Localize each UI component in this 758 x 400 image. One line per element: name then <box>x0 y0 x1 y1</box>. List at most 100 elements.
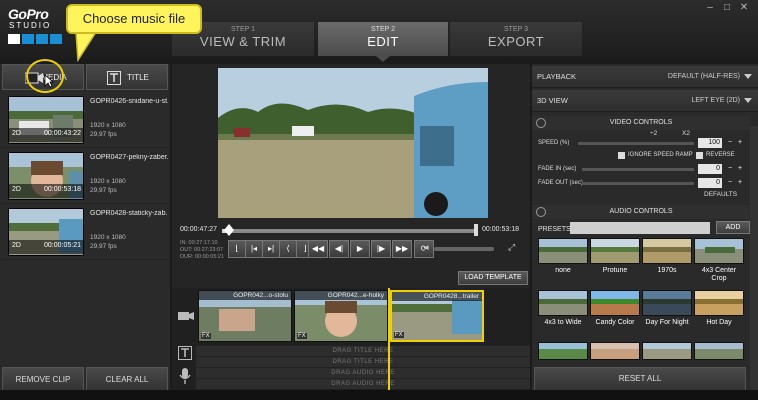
preset-label: none <box>555 267 571 274</box>
out-marker-icon[interactable] <box>472 224 480 236</box>
scrub-handle[interactable] <box>224 224 234 236</box>
next-marker-icon[interactable]: ▸| <box>262 240 280 258</box>
video-preview[interactable] <box>218 68 488 218</box>
preset-label: Day For Night <box>645 319 689 326</box>
preset-name-input[interactable] <box>570 222 710 234</box>
prev-marker-icon[interactable]: |◂ <box>245 240 263 258</box>
title-icon <box>107 71 121 85</box>
tab-step-export[interactable]: STEP 3 EXPORT <box>450 22 582 56</box>
tab-step-edit[interactable]: STEP 2 EDIT <box>318 22 448 56</box>
volume-slider[interactable] <box>434 247 494 251</box>
preset-tile[interactable]: Protune <box>590 238 640 275</box>
preset-tile[interactable]: Candy Color <box>590 290 640 327</box>
fx-badge[interactable]: FX <box>394 332 404 338</box>
title-drop-zone[interactable]: DRAG TITLE HERE <box>196 345 530 356</box>
playback-dropdown[interactable]: PLAYBACK DEFAULT (HALF-RES) <box>532 66 758 88</box>
close-button[interactable]: ✕ <box>737 2 751 14</box>
preset-label: 4x3 Center Crop <box>701 267 737 282</box>
tab-title[interactable]: TITLE <box>86 64 168 90</box>
minus-button[interactable]: − <box>726 165 734 173</box>
split-icon[interactable]: ⟨ <box>279 240 297 258</box>
reset-all-button[interactable]: RESET ALL <box>534 367 746 391</box>
preset-tile[interactable] <box>590 342 640 360</box>
speed-value[interactable]: 100 <box>698 138 722 148</box>
tab-title-label: TITLE <box>127 73 149 82</box>
clip-duration: 00:00:05:21 <box>44 242 81 249</box>
reverse-label: REVERSE <box>706 152 735 158</box>
audio-controls-header[interactable]: AUDIO CONTROLS <box>532 205 750 219</box>
add-preset-button[interactable]: ADD <box>716 221 750 234</box>
controls-scrollbar[interactable] <box>750 126 758 396</box>
scrub-bar[interactable] <box>222 229 478 233</box>
video-controls-header[interactable]: VIDEO CONTROLS <box>532 116 750 130</box>
clip-fps: 29,97 fps <box>90 131 117 138</box>
logo-subtext: STUDIO <box>9 21 52 30</box>
mark-in-icon[interactable]: ⌊ <box>228 240 246 258</box>
title-drop-zone[interactable]: DRAG TITLE HERE <box>196 356 530 367</box>
preset-thumbnail <box>642 342 692 360</box>
reverse-checkbox[interactable] <box>696 152 703 159</box>
speed-half-button[interactable]: ÷2 <box>650 130 657 137</box>
clip-dimension: 2D <box>12 130 21 137</box>
fx-badge[interactable]: FX <box>297 333 307 339</box>
play-icon[interactable]: ▶ <box>350 240 370 258</box>
clip-duration: 00:00:43:22 <box>44 130 81 137</box>
audio-drop-zone[interactable]: DRAG AUDIO HERE <box>196 378 530 389</box>
plus-button[interactable]: + <box>736 165 744 173</box>
preset-tile[interactable] <box>694 342 744 360</box>
minus-button[interactable]: − <box>726 179 734 187</box>
preset-tile[interactable] <box>642 342 692 360</box>
plus-button[interactable]: + <box>736 179 744 187</box>
audio-drop-zone[interactable]: DRAG AUDIO HERE <box>196 367 530 378</box>
fade-in-slider[interactable] <box>582 168 694 171</box>
preset-tile[interactable]: 1970s <box>642 238 692 275</box>
clip-info-bar: 2D 00:00:43:22 <box>8 128 84 142</box>
clip-dimension: 2D <box>12 186 21 193</box>
preset-tile[interactable]: none <box>538 238 588 275</box>
media-clip-item[interactable]: 2D 00:00:05:21 GOPR0428-staticky-zab... 1… <box>2 204 168 260</box>
speed-slider[interactable] <box>578 142 694 145</box>
logo-square <box>36 34 48 44</box>
preset-tile[interactable]: Day For Night <box>642 290 692 327</box>
preset-tile[interactable] <box>538 342 588 360</box>
maximize-button[interactable]: □ <box>720 2 734 14</box>
speed-double-button[interactable]: X2 <box>682 130 690 137</box>
preset-thumbnail <box>694 290 744 316</box>
minus-button[interactable]: − <box>726 139 734 147</box>
preset-tile[interactable]: 4x3 to Wide <box>538 290 588 327</box>
plus-button[interactable]: + <box>736 139 744 147</box>
3d-view-dropdown[interactable]: 3D VIEW LEFT EYE (2D) <box>532 90 758 112</box>
minimize-button[interactable]: – <box>703 2 717 14</box>
end-timecode: 00:00:53:18 <box>482 226 519 233</box>
clip-info-bar: 2D 00:00:53:18 <box>8 184 84 198</box>
rewind-icon[interactable]: ◀◀ <box>308 240 328 258</box>
clear-all-button[interactable]: CLEAR ALL <box>86 367 168 391</box>
media-clip-item[interactable]: 2D 00:00:43:22 GOPR0426-snidane-u-st... 1… <box>2 92 168 148</box>
media-clip-item[interactable]: 2D 00:00:53:18 GOPR0427-pekny-zaber... 19… <box>2 148 168 204</box>
preset-thumbnail <box>538 290 588 316</box>
fade-out-slider[interactable] <box>582 182 694 185</box>
fade-out-value[interactable]: 0 <box>698 178 722 188</box>
load-template-button[interactable]: LOAD TEMPLATE <box>458 271 528 285</box>
defaults-button[interactable]: DEFAULTS <box>704 191 737 198</box>
step-label: EXPORT <box>487 34 545 49</box>
step-back-icon[interactable]: ◀| <box>329 240 349 258</box>
3d-view-value: LEFT EYE (2D) <box>691 97 741 104</box>
speaker-icon[interactable]: ◂ <box>424 242 429 253</box>
fade-in-value[interactable]: 0 <box>698 164 722 174</box>
fullscreen-icon[interactable]: ⤢ <box>508 242 515 253</box>
bottom-strip <box>0 390 758 400</box>
preset-tile[interactable]: Hot Day <box>694 290 744 327</box>
preset-thumbnail <box>538 342 588 360</box>
timeline-clip[interactable]: GOPR042...o-stolu FX <box>198 290 292 342</box>
fx-badge[interactable]: FX <box>201 333 211 339</box>
timeline-clip-selected[interactable]: GOPR0428...trailer FX <box>390 290 484 342</box>
timeline-clip[interactable]: GOPR042...e-holky FX <box>294 290 388 342</box>
ignore-ramp-checkbox[interactable] <box>618 152 625 159</box>
fast-forward-icon[interactable]: ▶▶ <box>392 240 412 258</box>
playhead[interactable] <box>388 288 390 398</box>
step-forward-icon[interactable]: |▶ <box>371 240 391 258</box>
video-track-icon <box>178 310 194 324</box>
preset-tile[interactable]: 4x3 Center Crop <box>694 238 744 283</box>
remove-clip-button[interactable]: REMOVE CLIP <box>2 367 84 391</box>
